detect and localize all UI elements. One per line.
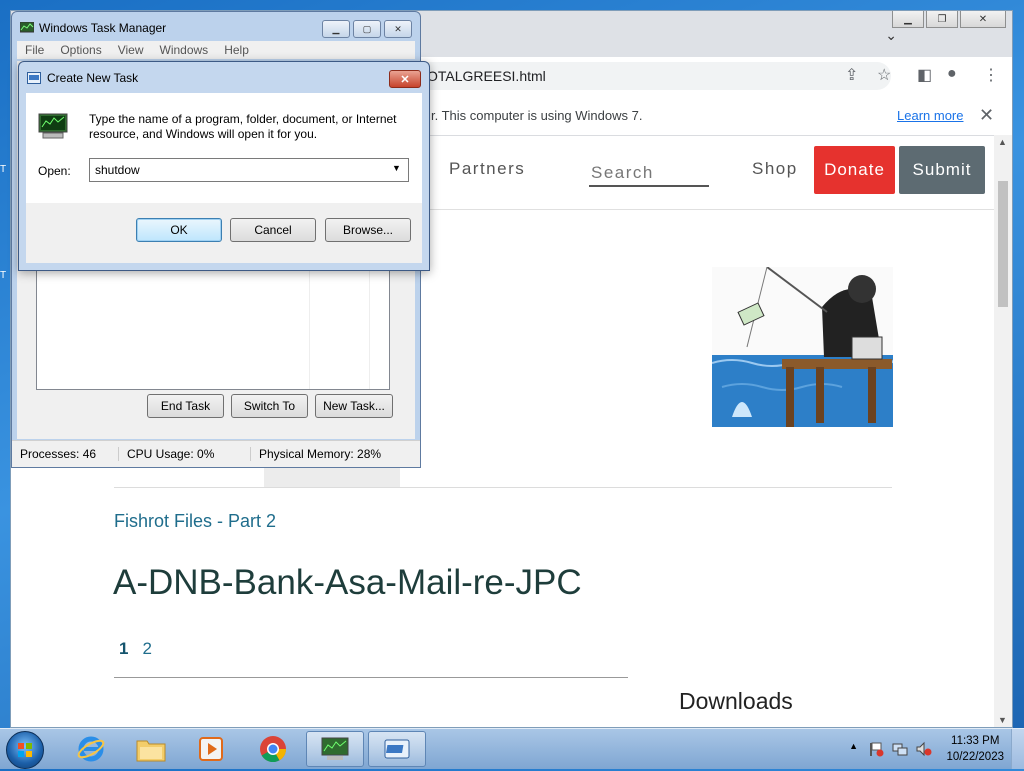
- tm-status-bar: Processes: 46 CPU Usage: 0% Physical Mem…: [12, 440, 420, 467]
- scroll-thumb[interactable]: [998, 181, 1008, 307]
- show-desktop-button[interactable]: [1011, 729, 1024, 769]
- clock[interactable]: 11:33 PM 10/22/2023: [946, 733, 1004, 765]
- browse-button[interactable]: Browse...: [325, 218, 411, 242]
- chrome-menu-icon[interactable]: ⋮: [983, 65, 999, 85]
- start-button[interactable]: [6, 731, 44, 769]
- taskbar: ▲ 11:33 PM 10/22/2023: [0, 728, 1024, 769]
- taskbar-file-explorer[interactable]: [122, 731, 180, 767]
- chrome-icon: [260, 736, 287, 763]
- status-processes: Processes: 46: [12, 447, 119, 461]
- ok-button[interactable]: OK: [136, 218, 222, 242]
- fishrot-cartoon-image: [712, 267, 893, 427]
- new-task-button[interactable]: New Task...: [315, 394, 393, 418]
- nav-partners-link[interactable]: Partners: [449, 159, 525, 179]
- bookmark-star-icon[interactable]: ☆: [877, 65, 891, 85]
- scroll-down-icon[interactable]: ▼: [998, 715, 1007, 725]
- tab-search-chevron-icon[interactable]: ⌄: [885, 27, 897, 44]
- divider: [114, 677, 628, 678]
- minimize-button[interactable]: ▁: [892, 11, 924, 28]
- status-memory: Physical Memory: 28%: [259, 447, 382, 461]
- taskbar-internet-explorer[interactable]: [62, 731, 120, 767]
- windows-logo-icon: [18, 743, 32, 757]
- clock-date: 10/22/2023: [946, 751, 1004, 763]
- taskbar-media-player[interactable]: [182, 731, 240, 767]
- run-icon: [27, 72, 41, 84]
- tray-overflow-arrow-icon[interactable]: ▲: [849, 741, 858, 751]
- share-icon[interactable]: ⇪: [845, 65, 858, 85]
- taskbar-run-dialog[interactable]: [368, 731, 426, 767]
- donate-button[interactable]: Donate: [814, 146, 895, 194]
- task-manager-titlebar[interactable]: Windows Task Manager: [20, 21, 166, 35]
- create-new-task-dialog: Create New Task ✕ Type the name of a pro…: [18, 61, 430, 271]
- pagination: 1 2: [119, 639, 152, 659]
- task-manager-icon: [20, 22, 34, 33]
- side-panel-icon[interactable]: ◧: [917, 65, 932, 85]
- downloads-heading: Downloads: [679, 688, 793, 714]
- file-explorer-icon: [136, 740, 166, 762]
- internet-explorer-icon: [77, 736, 105, 762]
- switch-to-button[interactable]: Switch To: [231, 394, 308, 418]
- task-manager-icon: [321, 737, 349, 760]
- taskbar-task-manager[interactable]: [306, 731, 364, 767]
- site-search-input[interactable]: [589, 155, 709, 187]
- dialog-body: Type the name of a program, folder, docu…: [26, 93, 422, 263]
- page-link-2[interactable]: 2: [142, 639, 151, 659]
- taskbar-chrome[interactable]: [244, 731, 302, 767]
- media-player-icon: [199, 737, 223, 761]
- address-url[interactable]: OTALGREESI.html: [427, 68, 546, 84]
- infobar-message: r. This computer is using Windows 7.: [431, 107, 643, 123]
- breadcrumb[interactable]: Fishrot Files - Part 2: [114, 511, 276, 532]
- desktop-icon-stub[interactable]: T: [0, 270, 10, 284]
- open-combobox-input[interactable]: [89, 158, 409, 182]
- dialog-close-button[interactable]: ✕: [389, 70, 421, 88]
- menu-windows[interactable]: Windows: [152, 41, 217, 59]
- infobar-close-icon[interactable]: ✕: [979, 105, 994, 126]
- dialog-titlebar[interactable]: Create New Task: [27, 71, 138, 85]
- maximize-button[interactable]: ❐: [926, 11, 958, 28]
- tm-maximize-button[interactable]: ▢: [353, 20, 381, 38]
- scroll-up-icon[interactable]: ▲: [998, 137, 1007, 147]
- action-center-flag-icon[interactable]: [868, 741, 884, 757]
- menu-view[interactable]: View: [110, 41, 152, 59]
- task-manager-title: Windows Task Manager: [39, 21, 167, 35]
- clock-time: 11:33 PM: [951, 735, 1000, 747]
- volume-muted-icon[interactable]: [916, 741, 932, 757]
- network-icon[interactable]: [892, 741, 908, 757]
- dialog-footer: OK Cancel Browse...: [26, 203, 422, 263]
- cancel-button[interactable]: Cancel: [230, 218, 316, 242]
- menu-file[interactable]: File: [17, 41, 52, 59]
- profile-avatar-icon[interactable]: ●: [947, 65, 957, 83]
- tm-minimize-button[interactable]: ▁: [322, 20, 350, 38]
- dropdown-arrow-icon[interactable]: ▼: [392, 163, 401, 173]
- end-task-button[interactable]: End Task: [147, 394, 224, 418]
- dialog-title: Create New Task: [47, 71, 139, 85]
- learn-more-link[interactable]: Learn more: [897, 108, 963, 123]
- page-link-1[interactable]: 1: [119, 639, 128, 659]
- menu-options[interactable]: Options: [52, 41, 109, 59]
- open-label: Open:: [38, 164, 71, 178]
- close-button[interactable]: ✕: [960, 11, 1006, 28]
- page-title: A-DNB-Bank-Asa-Mail-re-JPC: [113, 563, 582, 602]
- run-program-icon: [38, 113, 68, 139]
- tm-close-button[interactable]: ✕: [384, 20, 412, 38]
- divider: [114, 487, 892, 488]
- dialog-description: Type the name of a program, folder, docu…: [89, 112, 397, 141]
- applications-list[interactable]: [36, 270, 390, 390]
- menu-help[interactable]: Help: [216, 41, 257, 59]
- page-scrollbar[interactable]: ▲ ▼: [994, 135, 1012, 727]
- nav-shop-link[interactable]: Shop: [752, 159, 798, 179]
- tm-menubar: File Options View Windows Help: [17, 41, 415, 59]
- desktop-icon-stub[interactable]: T: [0, 164, 10, 178]
- run-dialog-icon: [384, 739, 410, 759]
- status-cpu: CPU Usage: 0%: [119, 447, 251, 461]
- submit-button[interactable]: Submit: [899, 146, 985, 194]
